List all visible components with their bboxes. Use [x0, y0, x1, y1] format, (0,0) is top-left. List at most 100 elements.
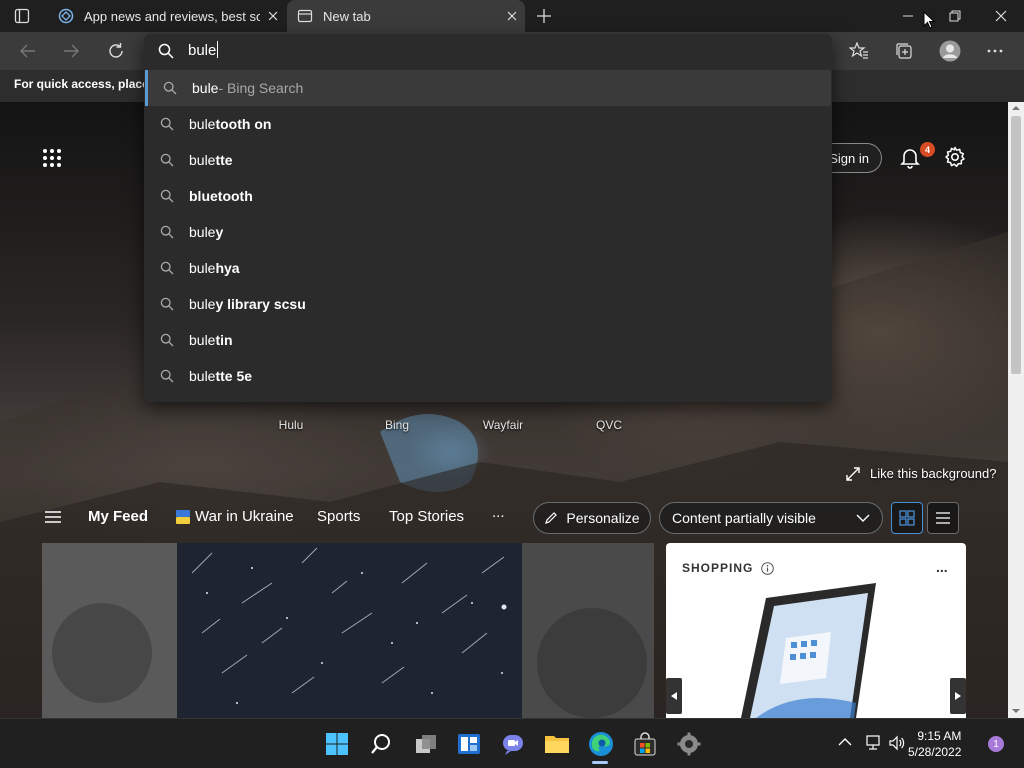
favorites-bar-hint: For quick access, place y: [14, 77, 159, 91]
suggestion-item[interactable]: bule tte: [145, 142, 831, 178]
back-button[interactable]: [12, 35, 44, 67]
system-clock[interactable]: 9:15 AM 5/28/2022: [908, 728, 961, 760]
carousel-next-button[interactable]: [950, 678, 966, 714]
shopping-card[interactable]: SHOPPING ...: [666, 543, 966, 718]
quick-link-qvc[interactable]: QVC: [579, 418, 639, 432]
close-window-button[interactable]: [991, 8, 1011, 24]
scroll-up-icon[interactable]: [1011, 104, 1021, 112]
clock-time: 9:15 AM: [917, 729, 962, 743]
apps-launcher-icon[interactable]: [40, 146, 64, 170]
refresh-icon: [109, 43, 123, 58]
minimize-button[interactable]: [898, 8, 918, 24]
list-layout-button[interactable]: [927, 502, 959, 534]
folder-icon: [545, 736, 569, 753]
search-icon: [145, 333, 189, 347]
suggestion-item[interactable]: bule tin: [145, 322, 831, 358]
content-visibility-value: Content partially visible: [672, 510, 816, 526]
expand-icon: [846, 466, 860, 481]
profile-button[interactable]: [934, 35, 966, 67]
show-hidden-icons-chevron-icon[interactable]: [838, 737, 852, 747]
suggestion-item[interactable]: bule tooth on: [145, 106, 831, 142]
search-icon: [158, 43, 174, 59]
taskbar-search-button[interactable]: [366, 729, 396, 759]
tab-actions-icon[interactable]: [14, 8, 30, 24]
network-icon[interactable]: [864, 735, 882, 751]
search-icon: [145, 189, 189, 203]
tab-top-stories[interactable]: Top Stories: [389, 508, 464, 525]
pencil-icon: [545, 512, 558, 524]
refresh-button[interactable]: [100, 35, 132, 67]
settings-more-button[interactable]: [979, 35, 1011, 67]
search-icon: [145, 153, 189, 167]
chat-button[interactable]: [498, 729, 528, 759]
widgets-button[interactable]: [454, 729, 484, 759]
suggestion-item[interactable]: bule tte 5e: [145, 358, 831, 394]
windows-logo-icon: [326, 733, 348, 755]
file-explorer-button[interactable]: [542, 729, 572, 759]
mouse-cursor-icon: [923, 11, 935, 29]
favorites-button[interactable]: [843, 35, 875, 67]
quick-link-bing[interactable]: Bing: [367, 418, 427, 432]
notifications-bell-icon[interactable]: [898, 145, 922, 169]
shopping-label: SHOPPING: [682, 561, 754, 575]
more-feed-tabs-button[interactable]: ...: [492, 504, 505, 521]
suggestion-item[interactable]: bluetooth: [145, 178, 831, 214]
suggestion-item[interactable]: bule hya: [145, 250, 831, 286]
start-button[interactable]: [322, 729, 352, 759]
new-tab-button[interactable]: [534, 6, 554, 26]
personalize-button[interactable]: Personalize: [533, 502, 651, 534]
page-settings-gear-icon[interactable]: [943, 145, 967, 169]
suggestion-completion: tte: [215, 152, 233, 168]
tab-new-tab[interactable]: New tab: [287, 0, 525, 32]
suggestion-typed: bule: [189, 296, 216, 312]
forward-button[interactable]: [55, 35, 87, 67]
task-view-icon: [416, 735, 436, 753]
tab-my-feed[interactable]: My Feed: [88, 508, 148, 525]
restore-button[interactable]: [945, 8, 965, 24]
suggestion-typed: bule: [189, 368, 216, 384]
task-view-button[interactable]: [411, 729, 441, 759]
content-visibility-dropdown[interactable]: Content partially visible: [659, 502, 883, 534]
notification-center-badge[interactable]: 1: [988, 736, 1004, 752]
chevron-right-icon: [955, 692, 961, 700]
tab-title: New tab: [323, 8, 371, 24]
suggestion-completion: y: [215, 224, 224, 240]
like-background-link[interactable]: Like this background?: [846, 466, 996, 481]
suggestion-completion: hya: [215, 260, 240, 276]
collections-button[interactable]: [888, 35, 920, 67]
news-card-image[interactable]: [42, 543, 654, 718]
address-input-value: bule: [188, 42, 217, 59]
tab-war-in-ukraine[interactable]: War in Ukraine: [195, 508, 294, 525]
sign-in-button[interactable]: Sign in: [826, 143, 882, 173]
chevron-left-icon: [671, 692, 677, 700]
quick-link-wayfair[interactable]: Wayfair: [473, 418, 533, 432]
suggestion-item[interactable]: bule y library scsu: [145, 286, 831, 322]
settings-gear-icon: [677, 732, 701, 756]
search-icon: [145, 225, 189, 239]
tab-sports[interactable]: Sports: [317, 508, 360, 525]
search-icon: [371, 734, 390, 754]
suggestion-completion: tte 5e: [215, 368, 253, 384]
store-button[interactable]: [630, 729, 660, 759]
personalize-label: Personalize: [566, 510, 640, 526]
volume-icon[interactable]: [888, 735, 906, 751]
tab-app-news[interactable]: App news and reviews, best software: [48, 0, 286, 32]
close-tab-icon[interactable]: [499, 3, 525, 29]
grid-layout-button[interactable]: [891, 502, 923, 534]
edge-browser-button[interactable]: [586, 729, 616, 759]
close-tab-icon[interactable]: [260, 3, 286, 29]
suggestion-typed: bule: [189, 116, 216, 132]
scrollbar-thumb[interactable]: [1011, 116, 1021, 374]
scroll-down-icon[interactable]: [1011, 707, 1021, 715]
feed-menu-icon[interactable]: [44, 510, 62, 524]
carousel-prev-button[interactable]: [666, 678, 682, 714]
suggestion-item[interactable]: bule - Bing Search: [145, 70, 831, 106]
shopping-more-button[interactable]: ...: [936, 559, 948, 575]
suggestion-item[interactable]: bule y: [145, 214, 831, 250]
address-input[interactable]: bule: [188, 41, 219, 59]
settings-app-button[interactable]: [674, 729, 704, 759]
arrow-right-icon: [64, 44, 79, 58]
quick-link-hulu[interactable]: Hulu: [261, 418, 321, 432]
more-dots-icon: [987, 49, 1003, 53]
collections-icon: [896, 43, 912, 59]
